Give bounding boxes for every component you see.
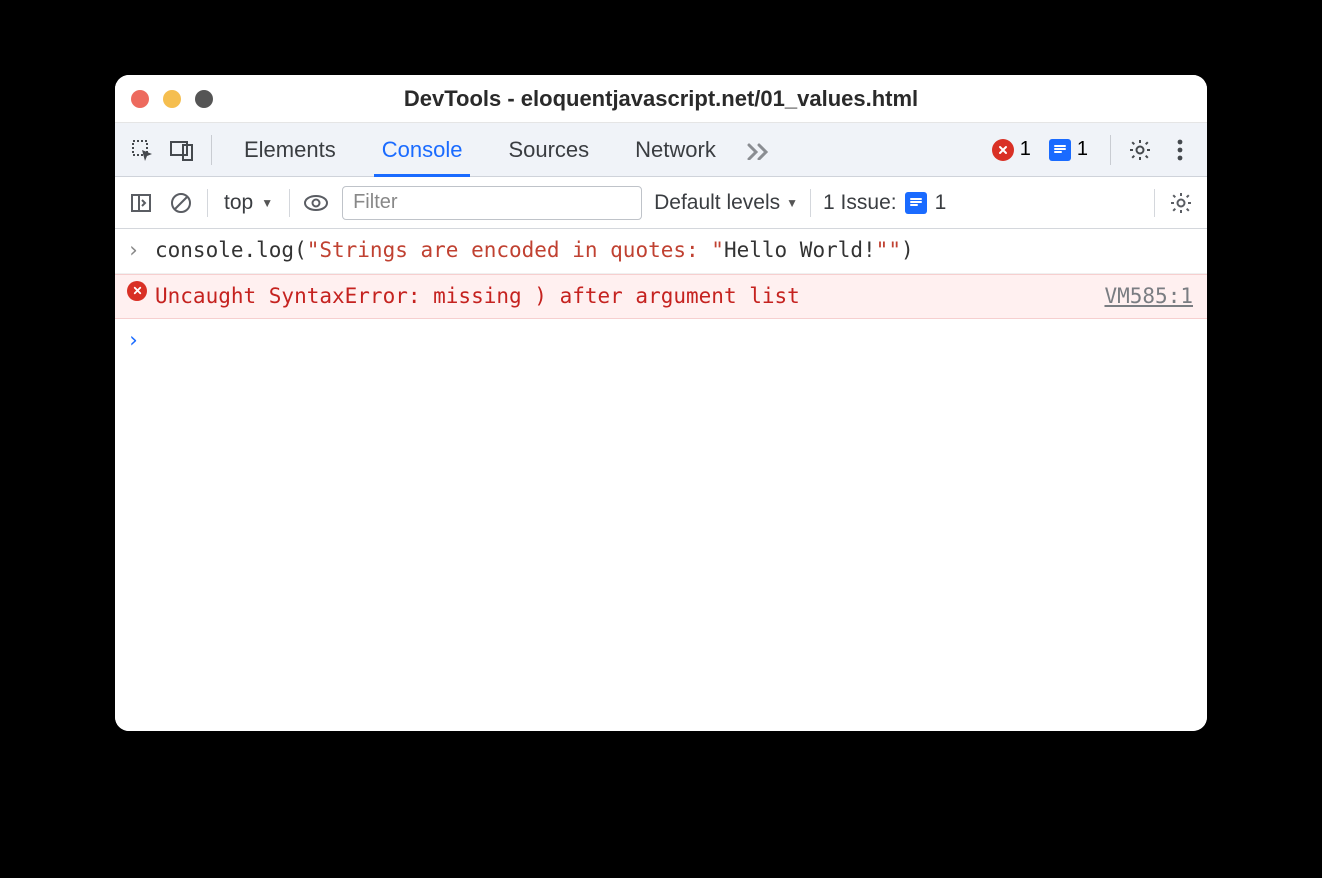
error-count-badge[interactable]: 1 [992,138,1031,161]
filter-input[interactable] [342,186,642,220]
console-toolbar: top ▼ Default levels ▼ 1 Issue: 1 [115,177,1207,229]
console-prompt[interactable]: › [115,319,1207,363]
tab-label: Network [635,137,716,163]
kebab-menu-icon[interactable] [1165,135,1195,165]
tab-label: Elements [244,137,336,163]
separator [211,135,212,165]
live-expression-icon[interactable] [302,189,330,217]
clear-console-icon[interactable] [167,189,195,217]
device-toolbar-icon[interactable] [167,135,197,165]
separator [810,189,811,217]
separator [1154,189,1155,217]
issues-readout[interactable]: 1 Issue: 1 [823,191,946,215]
error-count: 1 [1020,138,1031,161]
prompt-marker-icon: › [127,325,147,357]
console-error-row: Uncaught SyntaxError: missing ) after ar… [115,274,1207,320]
tab-sources[interactable]: Sources [490,123,607,176]
context-label: top [224,191,253,215]
inspect-element-icon[interactable] [127,135,157,165]
log-levels-select[interactable]: Default levels ▼ [654,191,798,215]
error-icon [992,139,1014,161]
execution-context-select[interactable]: top ▼ [220,191,277,215]
dropdown-icon: ▼ [261,196,273,210]
dropdown-icon: ▼ [786,196,798,210]
devtools-tabbar: Elements Console Sources Network 1 [115,123,1207,177]
titlebar: DevTools - eloquentjavascript.net/01_val… [115,75,1207,123]
console-input-text: console.log("Strings are encoded in quot… [155,235,1193,267]
window-zoom-button[interactable] [195,90,213,108]
console-settings-icon[interactable] [1167,189,1195,217]
window-title: DevTools - eloquentjavascript.net/01_val… [404,86,918,112]
issue-count-badge[interactable]: 1 [1049,138,1088,161]
issue-icon [1049,139,1071,161]
error-message: Uncaught SyntaxError: missing ) after ar… [155,281,1084,313]
devtools-window: DevTools - eloquentjavascript.net/01_val… [115,75,1207,731]
separator [207,189,208,217]
tab-elements[interactable]: Elements [226,123,354,176]
window-minimize-button[interactable] [163,90,181,108]
traffic-lights [131,90,213,108]
console-output: › console.log("Strings are encoded in qu… [115,229,1207,731]
tab-label: Console [382,137,463,163]
separator [289,189,290,217]
issues-label: 1 Issue: [823,191,897,215]
settings-icon[interactable] [1125,135,1155,165]
window-close-button[interactable] [131,90,149,108]
separator [1110,135,1111,165]
toggle-sidebar-icon[interactable] [127,189,155,217]
issue-icon [905,192,927,214]
issue-count: 1 [1077,138,1088,161]
tab-network[interactable]: Network [617,123,734,176]
console-input-echo: › console.log("Strings are encoded in qu… [115,229,1207,274]
levels-label: Default levels [654,191,780,215]
error-source-link[interactable]: VM585:1 [1104,281,1193,313]
issues-count: 1 [935,191,947,215]
tab-label: Sources [508,137,589,163]
more-tabs-icon[interactable] [744,135,774,165]
error-icon [127,281,147,301]
input-marker-icon: › [127,235,147,267]
tab-console[interactable]: Console [364,123,481,176]
